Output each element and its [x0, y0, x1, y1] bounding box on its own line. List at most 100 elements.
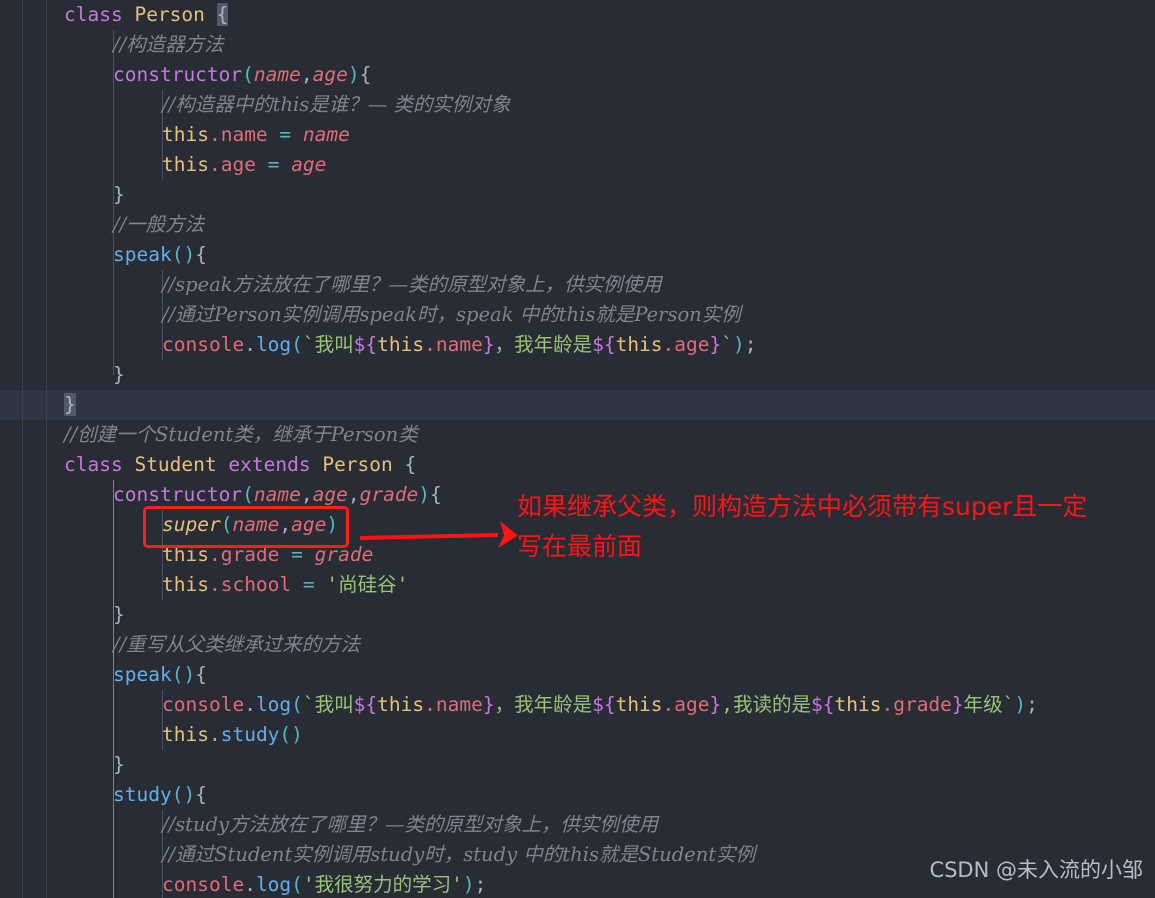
code-line[interactable]: //speak方法放在了哪里？—类的原型对象上，供实例使用: [0, 270, 1155, 300]
code-line-content: //构造器中的this是谁？— 类的实例对象: [0, 90, 510, 120]
code-token: =: [279, 123, 292, 146]
code-text-area[interactable]: class Person {//构造器方法 constructor(name,ag…: [0, 0, 1155, 898]
code-token: ): [1014, 693, 1027, 716]
code-line-content: console.log('我很努力的学习');: [0, 870, 486, 898]
code-line-content: class Student extends Person {: [0, 450, 416, 480]
code-line[interactable]: class Student extends Person {: [0, 450, 1155, 480]
code-token: this: [615, 693, 663, 716]
code-line-content: console.log(`我叫${this.name}，我年龄是${this.a…: [0, 330, 757, 360]
code-token: ): [347, 63, 360, 86]
code-line[interactable]: //构造器方法: [0, 30, 1155, 60]
code-token: .school: [208, 573, 292, 596]
code-editor[interactable]: class Person {//构造器方法 constructor(name,ag…: [0, 0, 1155, 898]
code-token: .name: [208, 123, 268, 146]
code-line[interactable]: this.name = name: [0, 120, 1155, 150]
code-token: .name: [424, 333, 483, 356]
code-line-content: //speak方法放在了哪里？—类的原型对象上，供实例使用: [0, 270, 662, 300]
code-token: ): [733, 333, 745, 356]
code-line[interactable]: }: [0, 180, 1155, 210]
code-token: this: [377, 333, 425, 356]
code-line[interactable]: this.age = age: [0, 150, 1155, 180]
code-token: {: [195, 783, 207, 806]
code-token: =: [291, 543, 303, 566]
code-token: ,: [300, 63, 313, 86]
code-token: age: [312, 483, 348, 506]
code-token: name: [253, 483, 301, 506]
code-line-content: this.name = name: [0, 120, 350, 150]
code-token: name: [253, 63, 301, 86]
code-token: `我叫: [302, 333, 354, 356]
code-token: (: [242, 483, 254, 506]
code-token: ,: [279, 513, 292, 536]
code-token: }: [709, 693, 722, 716]
code-line[interactable]: console.log(`我叫${this.name}，我年龄是${this.a…: [0, 330, 1155, 360]
code-token: extends: [228, 453, 311, 476]
code-line[interactable]: //重写从父类继承过来的方法: [0, 630, 1155, 660]
code-token: super: [162, 513, 221, 536]
code-line[interactable]: this.study(): [0, 720, 1155, 750]
code-token: constructor: [113, 63, 243, 86]
code-line-content: speak(){: [0, 240, 207, 270]
code-line[interactable]: this.grade = grade: [0, 540, 1155, 570]
code-token: speak: [113, 243, 172, 266]
code-line[interactable]: class Person {: [0, 0, 1155, 30]
code-line[interactable]: //构造器中的this是谁？— 类的实例对象: [0, 90, 1155, 120]
code-token: //创建一个Student类，继承于Person类: [64, 423, 418, 446]
code-line[interactable]: }: [0, 360, 1155, 390]
code-line-content: //构造器方法: [0, 30, 224, 60]
code-line-content: }: [0, 360, 125, 390]
code-line[interactable]: console.log(`我叫${this.name}，我年龄是${this.a…: [0, 690, 1155, 720]
code-token: ;: [474, 873, 487, 896]
code-line[interactable]: //创建一个Student类，继承于Person类: [0, 420, 1155, 450]
code-line[interactable]: }: [0, 600, 1155, 630]
code-token: name: [232, 513, 280, 536]
code-token: (): [279, 723, 303, 746]
code-token: this: [162, 153, 209, 176]
code-token: .age: [662, 333, 710, 356]
code-token: =: [267, 153, 280, 176]
code-line[interactable]: }: [0, 390, 1155, 420]
code-line-content: constructor(name,age,grade){: [0, 480, 442, 510]
code-line-content: }: [0, 600, 125, 630]
code-token: }: [113, 753, 125, 776]
code-token: .: [244, 873, 256, 896]
code-line[interactable]: //一般方法: [0, 210, 1155, 240]
code-line[interactable]: }: [0, 750, 1155, 780]
code-line[interactable]: this.school = '尚硅谷': [0, 570, 1155, 600]
gutter-rail-inner: [46, 0, 47, 898]
code-line[interactable]: speak(){: [0, 660, 1155, 690]
code-line[interactable]: super(name,age): [0, 510, 1155, 540]
code-token: ,: [300, 483, 313, 506]
code-line-content: }: [0, 750, 125, 780]
code-token: ): [418, 483, 431, 506]
code-token: .grade: [208, 543, 280, 566]
code-token: this: [162, 723, 209, 746]
code-token: ，我年龄是: [494, 693, 593, 716]
code-token: ${: [592, 333, 616, 356]
code-line-content: super(name,age): [0, 510, 338, 540]
code-token: =: [302, 573, 315, 596]
code-token: (: [291, 693, 303, 716]
code-line[interactable]: speak(){: [0, 240, 1155, 270]
code-token: log: [255, 333, 292, 356]
code-token: ${: [353, 693, 378, 716]
code-token: speak: [113, 663, 172, 686]
code-token: {: [430, 483, 442, 506]
code-token: {: [359, 63, 372, 86]
code-line[interactable]: constructor(name,age,grade){: [0, 480, 1155, 510]
code-line[interactable]: study(){: [0, 780, 1155, 810]
code-token: study: [113, 783, 172, 806]
code-line-content: }: [0, 390, 76, 420]
code-token: //重写从父类继承过来的方法: [113, 633, 361, 656]
code-token: .name: [424, 693, 483, 716]
code-token: {: [216, 3, 229, 26]
code-token: //构造器方法: [113, 33, 224, 56]
code-line[interactable]: constructor(name,age){: [0, 60, 1155, 90]
code-line[interactable]: //通过Person实例调用speak时，speak 中的this就是Perso…: [0, 300, 1155, 330]
code-line-content: this.grade = grade: [0, 540, 373, 570]
code-line[interactable]: //study方法放在了哪里？—类的原型对象上，供实例使用: [0, 810, 1155, 840]
